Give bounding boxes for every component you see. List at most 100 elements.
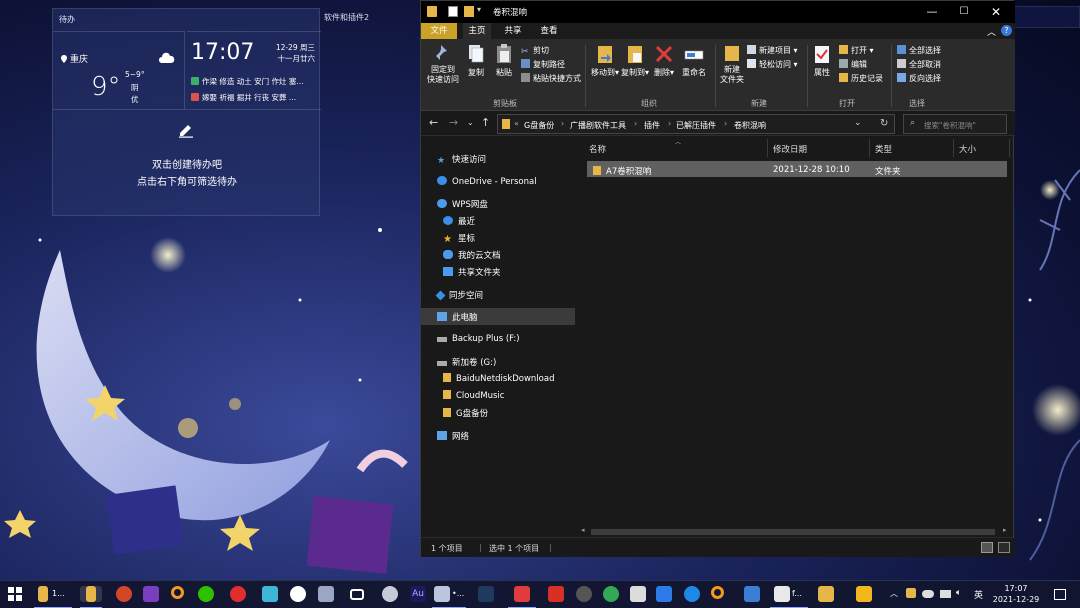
breadcrumb-item[interactable]: 插件 <box>644 120 660 131</box>
scrollbar-thumb[interactable] <box>591 529 995 535</box>
bot-app-icon[interactable] <box>318 586 334 602</box>
breadcrumb-separator[interactable]: › <box>634 119 637 128</box>
open-button[interactable]: 打开 ▾ <box>839 45 874 56</box>
nav-wps[interactable]: WPS网盘 <box>437 198 488 210</box>
edge-icon[interactable] <box>684 586 700 602</box>
properties-button[interactable]: 属性 <box>811 43 833 78</box>
easy-access-button[interactable]: 轻松访问 ▾ <box>747 59 798 70</box>
nav-folder-g-backup[interactable]: G盘备份 <box>443 407 488 419</box>
taskbar-clock-time[interactable]: 17:07 <box>992 584 1040 593</box>
nav-shared-folders[interactable]: 共享文件夹 <box>443 266 501 278</box>
cut-button[interactable]: ✂ 剪切 <box>521 45 549 57</box>
breadcrumb-item[interactable]: 卷积混响 <box>734 120 766 131</box>
todo-widget[interactable]: 待办 重庆 9° 5~9° 阴 优 17:07 12-29 周三 十一月廿六 作… <box>52 8 321 217</box>
feather-app-icon[interactable] <box>382 586 398 602</box>
details-view-icon[interactable] <box>981 542 993 553</box>
column-header-type[interactable]: 类型 <box>875 143 892 155</box>
collapse-ribbon-icon[interactable]: ︿ <box>987 25 996 38</box>
maximize-button[interactable]: ☐ <box>955 4 973 20</box>
rename-button[interactable]: 重命名 <box>679 43 709 78</box>
column-header-modified[interactable]: 修改日期 <box>773 143 807 155</box>
network-icon[interactable] <box>940 590 951 598</box>
file-name-cell[interactable]: A7卷积混响 <box>593 165 651 177</box>
weather-panel[interactable]: 重庆 9° 5~9° 阴 优 <box>53 31 185 109</box>
tab-share[interactable]: 共享 <box>499 23 527 39</box>
desktop-folder-label[interactable]: 软件和插件2 <box>324 12 369 23</box>
calendar-panel[interactable]: 17:07 12-29 周三 十一月廿六 作梁 修造 动土 安门 作灶 塞...… <box>187 31 321 109</box>
nav-drive-f[interactable]: Backup Plus (F:) <box>437 334 520 344</box>
breadcrumb-item[interactable]: 已解压插件 <box>676 120 716 131</box>
select-all-button[interactable]: 全部选择 <box>897 45 941 56</box>
file-list[interactable]: ︿ 名称 修改日期 类型 大小 A7卷积混响 2021-12-28 10:10 … <box>581 137 1013 537</box>
minimize-button[interactable]: — <box>923 4 941 20</box>
notification-center-icon[interactable] <box>1054 589 1066 600</box>
nav-quick-access[interactable]: ★ 快速访问 <box>437 153 486 166</box>
todo-empty-area[interactable]: 双击创建待办吧 点击右下角可筛选待办 <box>53 109 321 217</box>
cloud-app-icon[interactable] <box>262 586 278 602</box>
breadcrumb-separator[interactable]: › <box>668 119 671 128</box>
copy-to-button[interactable]: 复制到▾ <box>621 43 649 78</box>
new-item-button[interactable]: 新建项目 ▾ <box>747 45 798 56</box>
move-to-button[interactable]: 移动到▾ <box>591 43 619 78</box>
onenote-icon[interactable] <box>143 586 159 602</box>
nav-this-pc[interactable]: 此电脑 <box>437 311 478 323</box>
horizontal-scrollbar[interactable]: ◂ ▸ <box>581 526 1013 537</box>
scroll-right-icon[interactable]: ▸ <box>1003 526 1007 534</box>
invert-selection-button[interactable]: 反向选择 <box>897 73 941 84</box>
breadcrumb-item[interactable]: 广播剧软件工具 <box>570 120 626 131</box>
volume-icon[interactable]: 🔈︎ <box>956 588 961 598</box>
column-header-name[interactable]: 名称 <box>589 143 606 155</box>
video-editor-icon[interactable] <box>514 586 530 602</box>
column-divider[interactable] <box>1009 139 1010 157</box>
cloud-icon[interactable] <box>922 590 934 598</box>
column-divider[interactable] <box>869 139 870 157</box>
clock-app-icon[interactable] <box>576 586 592 602</box>
column-divider[interactable] <box>767 139 768 157</box>
chevron-up-icon[interactable]: ︿ <box>890 588 898 599</box>
breadcrumb-item[interactable]: G盘备份 <box>524 120 554 131</box>
refresh-icon[interactable]: ↻ <box>880 118 888 129</box>
search-app-icon[interactable] <box>171 586 184 599</box>
close-button[interactable]: ✕ <box>987 4 1005 20</box>
recent-locations-button[interactable]: ⌄ <box>467 118 474 127</box>
sharing-app-icon[interactable] <box>290 586 306 602</box>
nav-drive-g[interactable]: 新加卷 (G:) <box>437 356 496 368</box>
tab-home[interactable]: 主页 <box>463 23 491 39</box>
nav-my-cloud-docs[interactable]: 我的云文档 <box>443 249 501 261</box>
pin-quick-access-button[interactable]: 固定到 快速访问 <box>427 43 459 85</box>
quick-access-dropdown-icon[interactable]: ▾ <box>477 5 481 14</box>
search-input[interactable]: ⌕ 搜索"卷积混响" <box>903 114 1007 134</box>
nav-starred[interactable]: ★ 星标 <box>443 232 475 245</box>
wechat-icon[interactable] <box>198 586 214 602</box>
new-folder-quick-icon[interactable] <box>464 6 474 17</box>
column-header-size[interactable]: 大小 <box>959 143 976 155</box>
nav-sync-space[interactable]: 同步空间 <box>435 289 483 301</box>
powerpoint-icon[interactable] <box>116 586 132 602</box>
tab-file[interactable]: 文件 <box>421 23 457 39</box>
breadcrumb-separator[interactable]: › <box>561 119 564 128</box>
ime-indicator[interactable]: 英 <box>974 588 983 601</box>
nav-folder-baidu[interactable]: BaiduNetdiskDownload <box>443 373 554 384</box>
forward-button[interactable]: → <box>449 116 458 129</box>
history-button[interactable]: 历史记录 <box>839 73 883 84</box>
piano-app-icon[interactable] <box>630 586 646 602</box>
breadcrumb-overflow[interactable]: « <box>514 119 519 128</box>
large-icons-view-icon[interactable] <box>998 542 1010 553</box>
file-explorer-taskbar-icon[interactable] <box>38 586 48 602</box>
nav-recent[interactable]: 最近 <box>443 215 475 227</box>
browser-icon[interactable] <box>603 586 619 602</box>
edit-button[interactable]: 编辑 <box>839 59 867 70</box>
photos-app-icon[interactable] <box>744 586 760 602</box>
store-app-icon[interactable] <box>656 586 672 602</box>
breadcrumb-separator[interactable]: › <box>724 119 727 128</box>
nav-network[interactable]: 网络 <box>437 430 469 442</box>
address-dropdown-icon[interactable]: ⌄ <box>854 118 862 128</box>
paste-shortcut-button[interactable]: 粘贴快捷方式 <box>521 73 581 84</box>
shield-icon[interactable] <box>856 586 872 602</box>
properties-quick-icon[interactable] <box>448 6 458 17</box>
netease-music-icon[interactable] <box>230 586 246 602</box>
column-divider[interactable] <box>953 139 954 157</box>
copy-button[interactable]: 复制 <box>465 43 487 78</box>
delete-button[interactable]: 删除▾ <box>653 43 675 78</box>
notes-app-icon[interactable] <box>434 586 450 602</box>
